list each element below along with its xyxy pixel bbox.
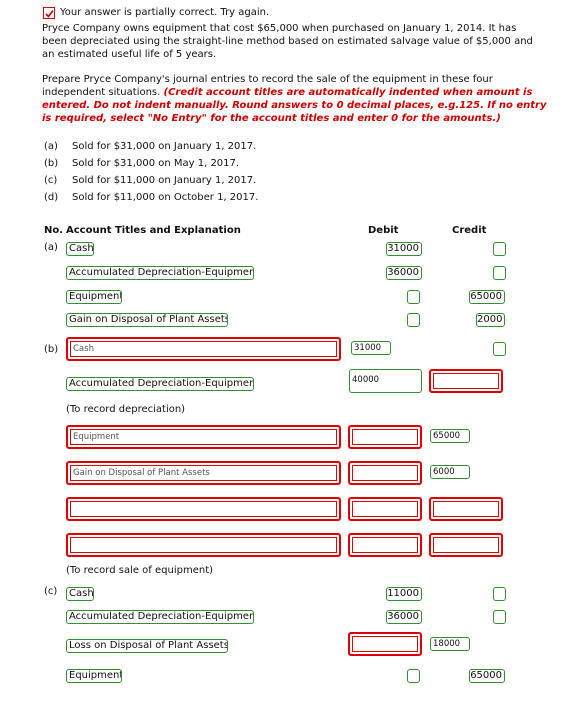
credit-input[interactable]: 65000 [469, 290, 505, 304]
account-input[interactable]: Loss on Disposal of Plant Assets [66, 639, 228, 653]
account-select[interactable] [66, 497, 341, 521]
account-value: Gain on Disposal of Plant Assets [73, 468, 210, 478]
instruction-note: (Credit account titles are automatically… [163, 87, 533, 98]
account-input[interactable]: Accumulated Depreciation-Equipment [66, 377, 254, 391]
credit-input[interactable] [493, 587, 506, 601]
instructions: Prepare Pryce Company's journal entries … [42, 73, 547, 125]
instruction-line: Prepare Pryce Company's journal entries … [42, 74, 493, 85]
case-letter: (b) [44, 158, 59, 169]
account-input[interactable]: Equipment [66, 290, 122, 304]
debit-input[interactable] [348, 461, 422, 485]
case-letter: (c) [44, 175, 58, 186]
case-letter: (d) [44, 192, 59, 203]
instruction-note: entered. Do not indent manually. Round a… [42, 100, 547, 111]
debit-input[interactable]: 36000 [386, 266, 422, 280]
debit-input[interactable]: 31000 [351, 341, 391, 355]
account-input[interactable]: Accumulated Depreciation-Equipment [66, 610, 254, 624]
case-text: Sold for $31,000 on January 1, 2017. [72, 141, 257, 152]
credit-input[interactable] [493, 610, 506, 624]
header-no: No. [44, 225, 64, 236]
debit-input[interactable] [407, 669, 420, 683]
header-account: Account Titles and Explanation [66, 225, 241, 236]
case-text: Sold for $11,000 on January 1, 2017. [72, 175, 257, 186]
credit-input[interactable] [493, 266, 506, 280]
credit-input[interactable]: 65000 [430, 429, 470, 443]
entry-a-label: (a) [44, 242, 58, 253]
credit-input[interactable] [429, 369, 503, 393]
credit-input[interactable]: 6000 [430, 465, 470, 479]
account-input[interactable]: Cash [66, 587, 94, 601]
account-select[interactable]: Cash [66, 337, 341, 361]
credit-input[interactable]: 2000 [476, 313, 505, 327]
account-select[interactable]: Equipment [66, 425, 341, 449]
account-input[interactable]: Equipment [66, 669, 122, 683]
case-text: Sold for $11,000 on October 1, 2017. [72, 192, 259, 203]
note-sale: (To record sale of equipment) [66, 565, 214, 576]
problem-line: been depreciated using the straight-line… [42, 36, 533, 47]
account-select[interactable]: Gain on Disposal of Plant Assets [66, 461, 341, 485]
debit-input[interactable] [407, 313, 420, 327]
credit-input[interactable] [429, 533, 503, 557]
credit-input[interactable] [493, 242, 506, 256]
instruction-line: independent situations. [42, 87, 161, 98]
account-select[interactable] [66, 533, 341, 557]
header-debit: Debit [368, 225, 399, 236]
credit-input[interactable] [429, 497, 503, 521]
note-depreciation: (To record depreciation) [66, 404, 186, 415]
partial-check-icon [43, 7, 55, 19]
credit-input[interactable] [493, 342, 506, 356]
debit-input[interactable] [348, 497, 422, 521]
debit-input[interactable]: 36000 [386, 610, 422, 624]
debit-input[interactable]: 31000 [386, 242, 422, 256]
problem-line: an estimated useful life of 5 years. [42, 49, 217, 60]
credit-input[interactable]: 18000 [430, 637, 470, 651]
header-credit: Credit [452, 225, 487, 236]
debit-input[interactable] [348, 425, 422, 449]
entry-c-label: (c) [44, 586, 58, 597]
problem-statement: Pryce Company owns equipment that cost $… [42, 22, 547, 61]
debit-input[interactable] [348, 632, 422, 656]
debit-input[interactable] [407, 290, 420, 304]
case-text: Sold for $31,000 on May 1, 2017. [72, 158, 240, 169]
case-letter: (a) [44, 141, 58, 152]
problem-line: Pryce Company owns equipment that cost $… [42, 23, 517, 34]
account-input[interactable]: Cash [66, 242, 94, 256]
instruction-note: is required, select "No Entry" for the a… [42, 113, 501, 124]
account-input[interactable]: Accumulated Depreciation-Equipment [66, 266, 254, 280]
account-value: Equipment [73, 432, 120, 442]
debit-input[interactable]: 11000 [386, 587, 422, 601]
status-message: Your answer is partially correct. Try ag… [60, 7, 270, 18]
account-input[interactable]: Gain on Disposal of Plant Assets [66, 313, 228, 327]
account-value: Cash [73, 344, 94, 354]
debit-input[interactable]: 40000 [349, 369, 422, 393]
entry-b-label: (b) [44, 344, 59, 355]
debit-input[interactable] [348, 533, 422, 557]
credit-input[interactable]: 65000 [469, 669, 505, 683]
